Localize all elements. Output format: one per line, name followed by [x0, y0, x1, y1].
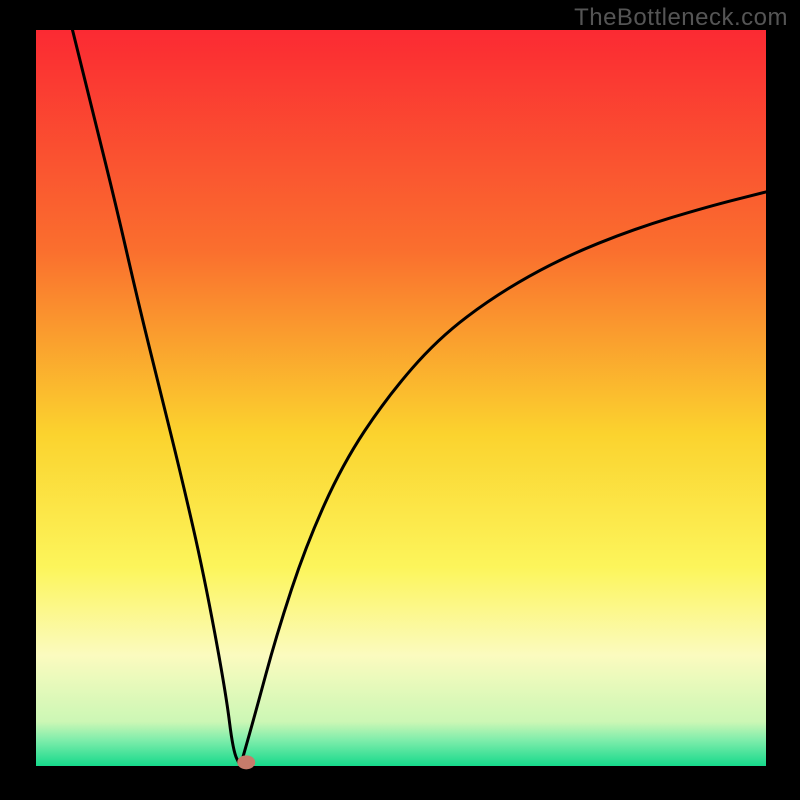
- chart-frame: TheBottleneck.com: [0, 0, 800, 800]
- bottleneck-chart: [0, 0, 800, 800]
- plot-background: [36, 30, 766, 766]
- valley-marker: [237, 755, 255, 769]
- watermark-text: TheBottleneck.com: [574, 4, 788, 32]
